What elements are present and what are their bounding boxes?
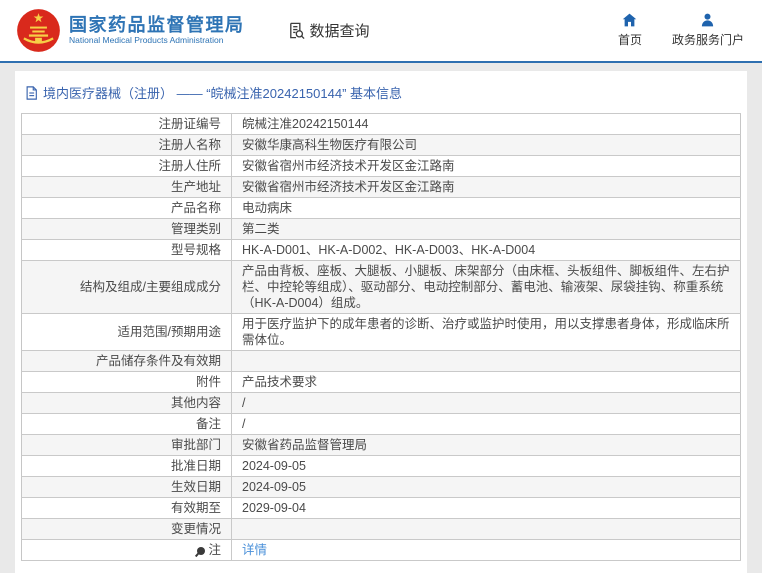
house-icon <box>622 13 637 27</box>
row-label: 批准日期 <box>21 455 232 477</box>
row-value: 用于医疗监护下的成年患者的诊断、治疗或监护时使用，用以支撑患者身体，形成临床所需… <box>231 313 741 351</box>
content-card: 境内医疗器械（注册） —— “皖械注准20242150144” 基本信息 注册证… <box>15 71 747 573</box>
row-label: 管理类别 <box>21 218 232 240</box>
row-value: 安徽华康高科生物医疗有限公司 <box>231 134 741 156</box>
table-row: 产品名称 电动病床 <box>21 197 741 219</box>
site-title: 国家药品监督管理局 <box>69 15 245 35</box>
row-label: 结构及组成/主要组成成分 <box>21 260 232 314</box>
info-table-body: 注册证编号 皖械注准20242150144 注册人名称 安徽华康高科生物医疗有限公司注… <box>21 113 741 561</box>
national-emblem-icon <box>16 8 61 53</box>
table-row: 适用范围/预期用途 用于医疗监护下的成年患者的诊断、治疗或监护时使用，用以支撑患者… <box>21 313 741 351</box>
row-value <box>231 518 741 540</box>
row-label: 注 <box>21 539 232 561</box>
row-value: 2029-09-04 <box>231 497 741 519</box>
row-value <box>231 350 741 372</box>
row-label: 型号规格 <box>21 239 232 261</box>
row-value: 电动病床 <box>231 197 741 219</box>
table-row: 备注 / <box>21 413 741 435</box>
table-row: 产品储存条件及有效期 <box>21 350 741 372</box>
table-row: 型号规格 HK-A-D001、HK-A-D002、HK-A-D003、HK-A-D… <box>21 239 741 261</box>
row-label: 生产地址 <box>21 176 232 198</box>
row-value: 皖械注准20242150144 <box>231 113 741 135</box>
table-row: 注册人住所 安徽省宿州市经济技术开发区金江路南 <box>21 155 741 177</box>
row-value: HK-A-D001、HK-A-D002、HK-A-D003、HK-A-D004 <box>231 239 741 261</box>
document-icon <box>25 85 38 100</box>
table-row: 注详情 <box>21 539 741 561</box>
table-row: 变更情况 <box>21 518 741 540</box>
page-title: 境内医疗器械（注册） —— “皖械注准20242150144” 基本信息 <box>43 86 403 101</box>
nav-portal[interactable]: 政务服务门户 <box>672 13 744 48</box>
row-value: 2024-09-05 <box>231 455 741 477</box>
row-value: 详情 <box>231 539 741 561</box>
nmpa-logo[interactable]: 国家药品监督管理局 National Medical Products Admi… <box>16 8 245 53</box>
table-row: 其他内容 / <box>21 392 741 414</box>
table-row: 结构及组成/主要组成成分 产品由背板、座板、大腿板、小腿板、床架部分（由床框、头板… <box>21 260 741 314</box>
row-value: 产品由背板、座板、大腿板、小腿板、床架部分（由床框、头板组件、脚板组件、左右护栏… <box>231 260 741 314</box>
table-row: 注册人名称 安徽华康高科生物医疗有限公司 <box>21 134 741 156</box>
row-label: 变更情况 <box>21 518 232 540</box>
row-value: 第二类 <box>231 218 741 240</box>
table-row: 有效期至 2029-09-04 <box>21 497 741 519</box>
row-label: 适用范围/预期用途 <box>21 313 232 351</box>
row-value: 产品技术要求 <box>231 371 741 393</box>
table-row: 注册证编号 皖械注准20242150144 <box>21 113 741 135</box>
row-label: 备注 <box>21 413 232 435</box>
row-value: 安徽省宿州市经济技术开发区金江路南 <box>231 176 741 198</box>
row-value: / <box>231 392 741 414</box>
row-value: 2024-09-05 <box>231 476 741 498</box>
person-icon <box>700 13 715 27</box>
info-table: 注册证编号 皖械注准20242150144 注册人名称 安徽华康高科生物医疗有限公司注… <box>21 113 741 561</box>
nav-home[interactable]: 首页 <box>618 13 642 48</box>
row-label: 有效期至 <box>21 497 232 519</box>
row-label: 审批部门 <box>21 434 232 456</box>
row-value: / <box>231 413 741 435</box>
breadcrumb: 境内医疗器械（注册） —— “皖械注准20242150144” 基本信息 <box>21 75 741 113</box>
table-row: 审批部门 安徽省药品监督管理局 <box>21 434 741 456</box>
site-subtitle: National Medical Products Administration <box>69 35 224 45</box>
nav-portal-label: 政务服务门户 <box>671 33 744 47</box>
row-label: 附件 <box>21 371 232 393</box>
table-row: 生效日期 2024-09-05 <box>21 476 741 498</box>
table-row: 批准日期 2024-09-05 <box>21 455 741 477</box>
row-label: 注册证编号 <box>21 113 232 135</box>
document-search-icon <box>287 21 306 40</box>
row-value: 安徽省宿州市经济技术开发区金江路南 <box>231 155 741 177</box>
row-value: 安徽省药品监督管理局 <box>231 434 741 456</box>
table-row: 附件 产品技术要求 <box>21 371 741 393</box>
nav-home-label: 首页 <box>617 33 642 47</box>
row-label: 注册人名称 <box>21 134 232 156</box>
row-label: 产品储存条件及有效期 <box>21 350 232 372</box>
nav-data-query-label: 数据查询 <box>309 23 370 40</box>
detail-link[interactable]: 详情 <box>242 543 267 557</box>
table-row: 生产地址 安徽省宿州市经济技术开发区金江路南 <box>21 176 741 198</box>
row-label: 其他内容 <box>21 392 232 414</box>
row-label: 生效日期 <box>21 476 232 498</box>
nav-data-query[interactable]: 数据查询 <box>287 20 370 41</box>
row-label: 产品名称 <box>21 197 232 219</box>
balloon-note-icon <box>197 547 206 555</box>
table-row: 管理类别 第二类 <box>21 218 741 240</box>
site-header: 国家药品监督管理局 National Medical Products Admi… <box>0 0 762 63</box>
row-label: 注册人住所 <box>21 155 232 177</box>
